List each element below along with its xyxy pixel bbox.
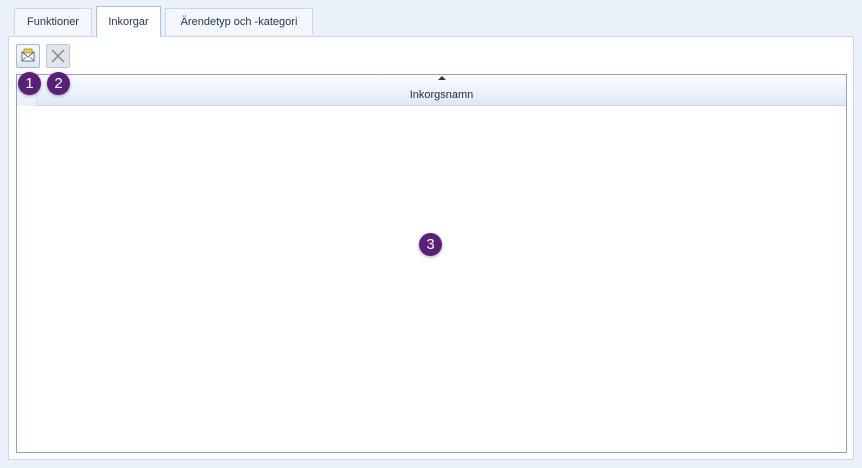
- delete-inbox-button[interactable]: [46, 44, 70, 68]
- sort-ascending-icon: [437, 76, 446, 80]
- tab-arendetyp-och-kategori[interactable]: Ärendetyp och -kategori: [165, 8, 313, 35]
- annotation-badge-1: 1: [18, 72, 41, 95]
- tab-label: Inkorgar: [108, 16, 149, 28]
- column-header-inkorgsnamn[interactable]: Inkorgsnamn: [37, 75, 846, 106]
- grid-body[interactable]: [17, 106, 846, 452]
- tab-bar: Funktioner Inkorgar Ärendetyp och -kateg…: [0, 0, 862, 37]
- annotation-badge-3: 3: [419, 233, 442, 256]
- close-icon: [51, 49, 65, 63]
- grid-header: Inkorgsnamn: [17, 75, 846, 106]
- inbox-grid[interactable]: Inkorgsnamn: [16, 74, 847, 453]
- tab-label: Funktioner: [27, 16, 79, 28]
- tab-funktioner[interactable]: Funktioner: [14, 8, 92, 35]
- tab-inkorgar[interactable]: Inkorgar: [96, 6, 161, 37]
- mailbox-add-icon: [21, 48, 35, 62]
- tab-label: Ärendetyp och -kategori: [180, 16, 298, 28]
- add-inbox-button[interactable]: [16, 44, 40, 68]
- annotation-badge-2: 2: [47, 72, 70, 95]
- column-header-label: Inkorgsnamn: [409, 89, 474, 101]
